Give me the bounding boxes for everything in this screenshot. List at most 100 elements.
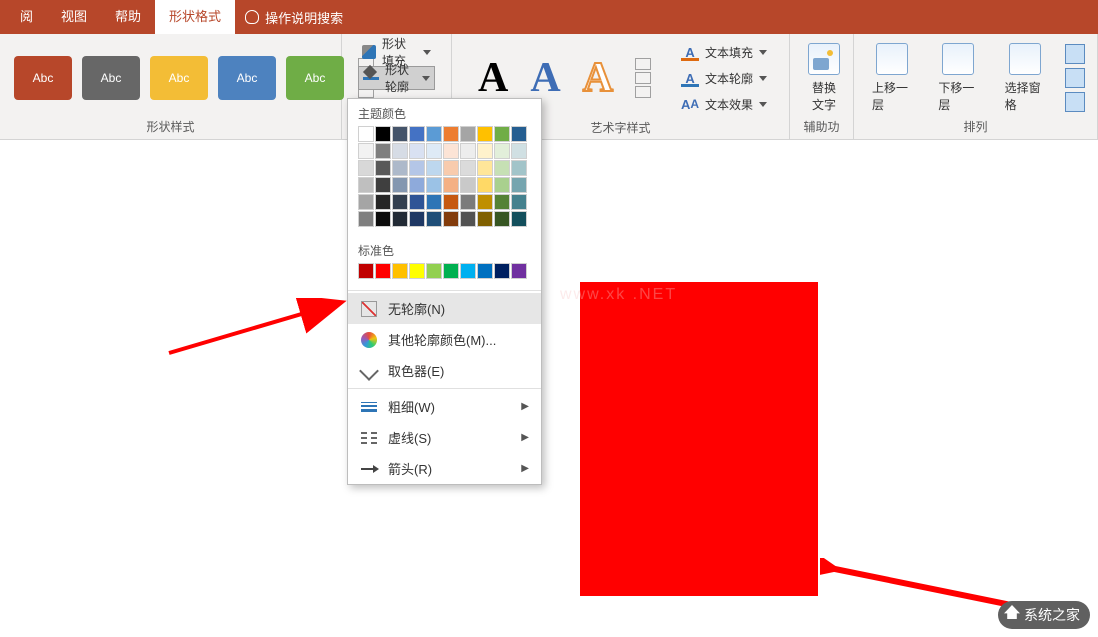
text-effects-button[interactable]: A文本效果	[677, 92, 771, 116]
color-swatch[interactable]	[443, 160, 459, 176]
shape-style-5[interactable]: Abc	[286, 56, 344, 100]
color-swatch[interactable]	[358, 177, 374, 193]
color-swatch[interactable]	[460, 263, 476, 279]
color-swatch[interactable]	[443, 263, 459, 279]
more-colors-item[interactable]: 其他轮廓颜色(M)...	[348, 324, 541, 355]
eyedropper-item[interactable]: 取色器(E)	[348, 355, 541, 386]
color-swatch[interactable]	[494, 160, 510, 176]
tab-help[interactable]: 帮助	[101, 0, 155, 34]
color-swatch[interactable]	[409, 263, 425, 279]
bring-forward-button[interactable]: 上移一层	[862, 39, 922, 117]
color-swatch[interactable]	[443, 194, 459, 210]
color-swatch[interactable]	[477, 126, 493, 142]
no-outline-item[interactable]: 无轮廓(N)	[348, 293, 541, 324]
text-fill-button[interactable]: 文本填充	[677, 40, 771, 64]
color-swatch[interactable]	[426, 194, 442, 210]
send-backward-button[interactable]: 下移一层	[928, 39, 988, 117]
color-swatch[interactable]	[477, 211, 493, 227]
color-swatch[interactable]	[426, 143, 442, 159]
color-swatch[interactable]	[511, 263, 527, 279]
color-swatch[interactable]	[511, 126, 527, 142]
color-swatch[interactable]	[392, 194, 408, 210]
color-swatch[interactable]	[443, 143, 459, 159]
color-swatch[interactable]	[477, 160, 493, 176]
color-swatch[interactable]	[477, 143, 493, 159]
color-swatch[interactable]	[443, 211, 459, 227]
color-swatch[interactable]	[494, 143, 510, 159]
color-swatch[interactable]	[477, 194, 493, 210]
align-icon[interactable]	[1065, 44, 1085, 64]
color-swatch[interactable]	[358, 263, 374, 279]
color-swatch[interactable]	[460, 160, 476, 176]
wordart-style-1[interactable]: A	[478, 54, 508, 102]
wordart-style-2[interactable]: A	[530, 54, 560, 102]
color-swatch[interactable]	[460, 126, 476, 142]
color-swatch[interactable]	[409, 160, 425, 176]
shape-style-1[interactable]: Abc	[14, 56, 72, 100]
color-swatch[interactable]	[511, 211, 527, 227]
color-swatch[interactable]	[511, 177, 527, 193]
color-swatch[interactable]	[358, 143, 374, 159]
color-swatch[interactable]	[409, 126, 425, 142]
text-outline-button[interactable]: 文本轮廓	[677, 66, 771, 90]
group-icon[interactable]	[1065, 68, 1085, 88]
color-swatch[interactable]	[511, 194, 527, 210]
color-swatch[interactable]	[375, 263, 391, 279]
wordart-more-button[interactable]	[635, 58, 651, 98]
shape-outline-button[interactable]: 形状轮廓	[358, 66, 435, 90]
red-rectangle-shape[interactable]	[580, 282, 818, 596]
color-swatch[interactable]	[494, 194, 510, 210]
wordart-style-3[interactable]: A	[583, 54, 613, 102]
dashes-item[interactable]: 虚线(S)▶	[348, 422, 541, 453]
tab-review[interactable]: 阅	[6, 0, 47, 34]
color-swatch[interactable]	[426, 263, 442, 279]
color-swatch[interactable]	[460, 211, 476, 227]
color-swatch[interactable]	[477, 177, 493, 193]
color-swatch[interactable]	[511, 160, 527, 176]
color-swatch[interactable]	[375, 126, 391, 142]
color-swatch[interactable]	[375, 143, 391, 159]
color-swatch[interactable]	[358, 194, 374, 210]
color-swatch[interactable]	[460, 194, 476, 210]
rotate-icon[interactable]	[1065, 92, 1085, 112]
color-swatch[interactable]	[426, 177, 442, 193]
color-swatch[interactable]	[443, 177, 459, 193]
color-swatch[interactable]	[375, 194, 391, 210]
color-swatch[interactable]	[375, 177, 391, 193]
tell-me-search[interactable]: 操作说明搜索	[235, 8, 353, 27]
color-swatch[interactable]	[409, 143, 425, 159]
color-swatch[interactable]	[409, 211, 425, 227]
tab-shape-format[interactable]: 形状格式	[155, 0, 235, 34]
shape-style-2[interactable]: Abc	[82, 56, 140, 100]
color-swatch[interactable]	[392, 126, 408, 142]
color-swatch[interactable]	[426, 211, 442, 227]
color-swatch[interactable]	[392, 263, 408, 279]
color-swatch[interactable]	[511, 143, 527, 159]
color-swatch[interactable]	[494, 211, 510, 227]
color-swatch[interactable]	[460, 143, 476, 159]
color-swatch[interactable]	[392, 143, 408, 159]
color-swatch[interactable]	[392, 160, 408, 176]
shape-style-3[interactable]: Abc	[150, 56, 208, 100]
color-swatch[interactable]	[409, 194, 425, 210]
color-swatch[interactable]	[358, 211, 374, 227]
color-swatch[interactable]	[460, 177, 476, 193]
color-swatch[interactable]	[477, 263, 493, 279]
color-swatch[interactable]	[358, 126, 374, 142]
tab-view[interactable]: 视图	[47, 0, 101, 34]
color-swatch[interactable]	[426, 126, 442, 142]
color-swatch[interactable]	[409, 177, 425, 193]
selection-pane-button[interactable]: 选择窗格	[995, 39, 1055, 117]
color-swatch[interactable]	[392, 177, 408, 193]
color-swatch[interactable]	[443, 126, 459, 142]
weight-item[interactable]: 粗细(W)▶	[348, 391, 541, 422]
color-swatch[interactable]	[358, 160, 374, 176]
color-swatch[interactable]	[494, 177, 510, 193]
color-swatch[interactable]	[426, 160, 442, 176]
color-swatch[interactable]	[375, 211, 391, 227]
color-swatch[interactable]	[494, 126, 510, 142]
color-swatch[interactable]	[375, 160, 391, 176]
alt-text-button[interactable]: 替换 文字	[798, 39, 850, 117]
color-swatch[interactable]	[392, 211, 408, 227]
arrows-item[interactable]: 箭头(R)▶	[348, 453, 541, 484]
